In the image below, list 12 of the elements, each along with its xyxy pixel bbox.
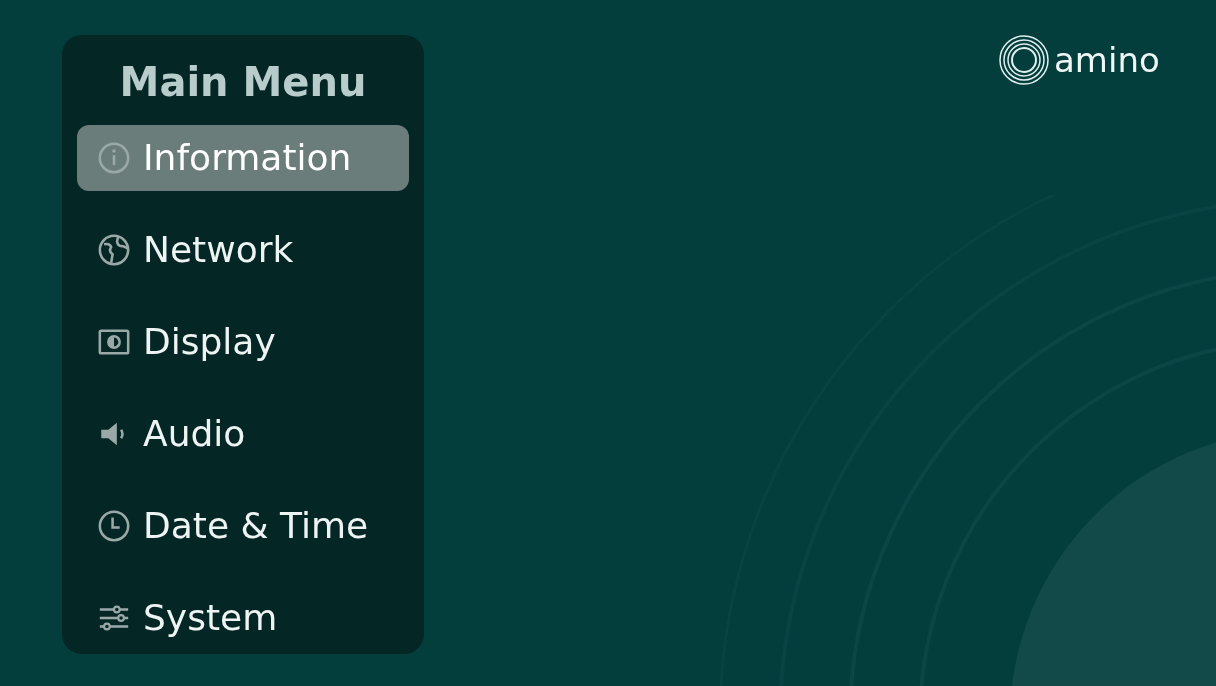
menu-item[interactable]: Information	[77, 125, 409, 191]
logo-text: amino	[1054, 43, 1160, 77]
menu-item[interactable]: Date & Time	[77, 493, 409, 559]
logo-icon	[998, 34, 1050, 86]
menu-item[interactable]: Display	[77, 309, 409, 375]
menu-item[interactable]: Network	[77, 217, 409, 283]
clock-icon	[97, 509, 131, 543]
menu-title: Main Menu	[119, 58, 367, 107]
info-icon	[97, 141, 131, 175]
menu-item[interactable]: Audio	[77, 401, 409, 467]
menu-item[interactable]: System	[77, 585, 409, 651]
globe-icon	[97, 233, 131, 267]
